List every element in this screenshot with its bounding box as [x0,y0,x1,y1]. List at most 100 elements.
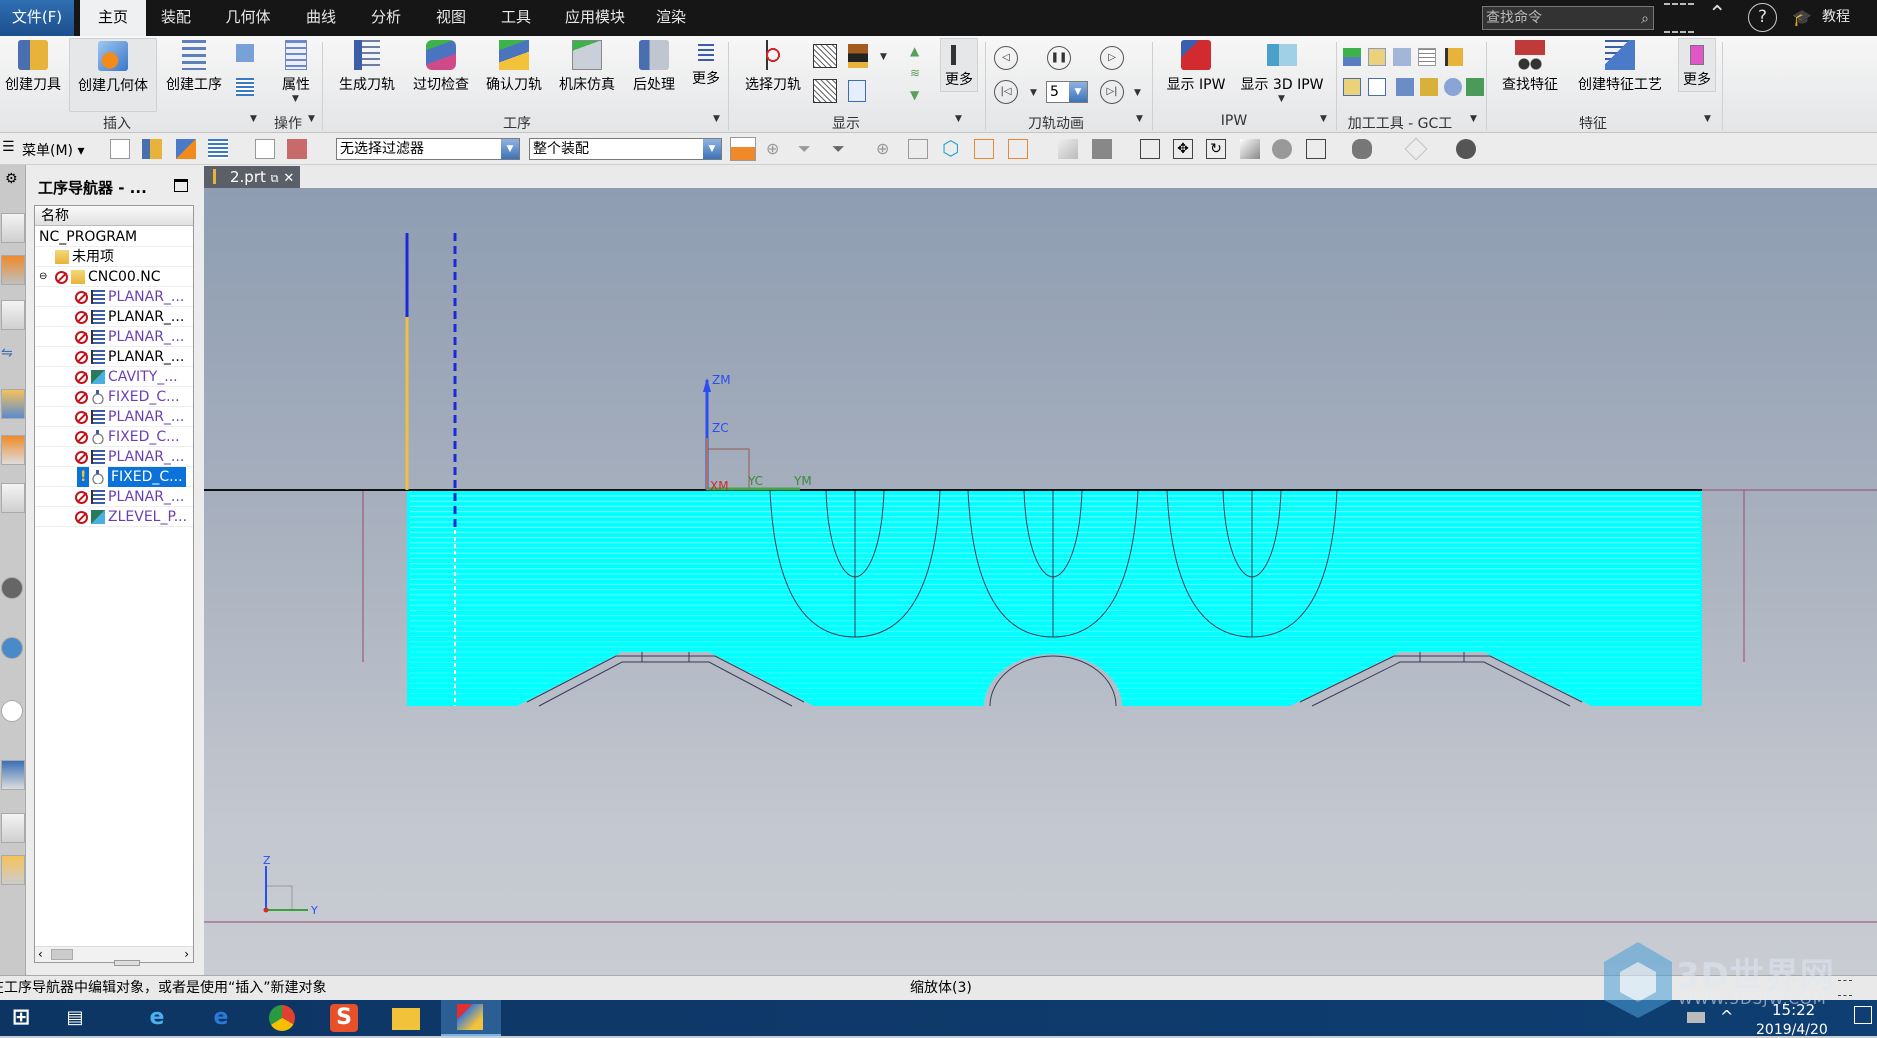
tree-row[interactable]: PLANAR_... [35,407,193,427]
step-arrows-icon[interactable]: ▲ ≋ ▼ [910,40,920,106]
show-3d-ipw-dropdown[interactable]: ▼ [1278,94,1285,104]
gouge-check-button[interactable]: 过切检查 [406,40,476,94]
hexagon-icon[interactable]: ⬡ [942,138,962,159]
gc-flag-icon[interactable] [1445,48,1463,66]
tree-row[interactable]: PLANAR_... [35,287,193,307]
reuse-library-icon[interactable] [1,435,25,465]
create-feature-process-button[interactable]: 创建特征工艺 [1568,40,1672,94]
rewind-dropdown[interactable]: ▼ [1030,88,1037,98]
tab-analysis[interactable]: 分析 [360,0,412,36]
tab-curve[interactable]: 曲线 [295,0,347,36]
create-geometry-button[interactable]: 创建几何体 [69,38,157,112]
web-browser-icon[interactable] [1,637,23,659]
display-tool-icon[interactable] [848,44,868,68]
rotate-icon[interactable]: ↻ [1206,139,1226,159]
display-tool-dropdown[interactable]: ▼ [880,52,887,62]
settings-icon[interactable]: ⚙ [5,171,18,187]
help-icon[interactable]: ? [1748,3,1777,32]
feature-more-button[interactable]: 更多 [1678,38,1716,92]
gc-doc-icon[interactable] [1368,48,1386,66]
insert-group-dropdown[interactable]: ▼ [250,114,257,124]
ipw-group-dropdown[interactable]: ▼ [1320,114,1327,124]
animation-speed-select[interactable]: 5 ▼ [1046,81,1088,103]
system-materials-icon[interactable] [1,760,25,790]
tree-row[interactable]: CAVITY_... [35,367,193,387]
operation-group-dropdown[interactable]: ▼ [713,114,720,124]
gc-edit-icon[interactable] [1420,78,1438,96]
shaded-cube-icon[interactable] [1058,139,1078,159]
machining-method-view-icon[interactable] [208,139,228,159]
machine-tool-view-icon[interactable] [142,139,162,159]
selection-filter-select[interactable]: 无选择过滤器 ▼ [336,138,520,160]
tree-row[interactable]: ! FIXED_C... [35,467,193,487]
tab-applications[interactable]: 应用模块 [555,0,635,36]
graphics-viewport[interactable]: ZM ZC XM YC YM Z Y [204,188,1877,975]
fit-icon[interactable] [1306,139,1326,159]
pause-icon[interactable]: ❚❚ [1047,46,1071,70]
nx-taskbar-item[interactable] [441,1000,501,1036]
operation-navigator-icon[interactable]: ⇋ [1,345,25,375]
step-back-icon[interactable]: ◁ [994,46,1018,70]
animation-group-dropdown[interactable]: ▼ [1136,114,1143,124]
verify-toolpath-button[interactable]: 确认刀轨 [479,40,549,94]
search-icon[interactable]: ⌕ [1641,8,1649,30]
maximize-icon[interactable] [174,179,188,192]
close-icon[interactable]: ✕ [283,171,294,186]
collapse-ribbon-icon[interactable]: ⌃ [1708,2,1726,27]
render-style-icon[interactable] [1272,139,1292,159]
gc-report-icon[interactable] [1418,48,1436,66]
gc-group-dropdown[interactable]: ▼ [1470,114,1477,124]
command-search-input[interactable]: 查找命令 ⌕ [1482,6,1654,30]
tree-row[interactable]: PLANAR_... [35,487,193,507]
show-hide-icon[interactable] [1456,139,1476,159]
view-cube-icon[interactable] [1240,139,1260,159]
tab-assembly[interactable]: 装配 [150,0,202,36]
gc-tool-icon[interactable] [1393,48,1411,66]
hamburger-icon[interactable]: ☰ [2,139,15,155]
create-method-icon[interactable] [236,44,254,62]
operation-more-button[interactable]: 更多 [687,38,725,92]
menu-button[interactable]: 菜单(M) ▾ [22,140,85,160]
display-group-dropdown[interactable]: ▼ [955,114,962,124]
tree-row[interactable]: PLANAR_... [35,347,193,367]
show-ipw-button[interactable]: 显示 IPW [1160,40,1232,94]
chrome-icon[interactable] [269,1005,295,1031]
hd3d-icon[interactable] [1,483,25,513]
tree-row[interactable]: FIXED_C... [35,387,193,407]
history-icon[interactable] [1,700,23,722]
tree-row[interactable]: PLANAR_... [35,307,193,327]
fullscreen-icon[interactable] [1664,3,1694,33]
funnel-icon[interactable]: ⏷ [798,139,818,159]
selection-scope-select[interactable]: 整个装配 ▼ [529,138,722,160]
type-filter-icon[interactable]: ⏷ [832,139,852,159]
panel-resize-handle[interactable] [114,960,140,966]
tree-row[interactable]: ⊖ CNC00.NC [35,267,193,287]
process-studio-icon[interactable] [1,813,25,843]
wireframe-icon[interactable] [1404,137,1428,161]
tree-row[interactable]: FIXED_C... [35,427,193,447]
geometry-view-icon[interactable] [176,139,196,159]
clock-time[interactable]: 15:22 [1772,1001,1815,1019]
gc-export-icon[interactable] [1466,78,1484,96]
tab-tools[interactable]: 工具 [490,0,542,36]
task-view-icon[interactable]: ▤ [60,1004,90,1032]
display-cut-region-icon[interactable] [813,44,837,68]
select-toolpath-button[interactable]: 选择刀轨 [738,40,808,94]
document-tab[interactable]: 2.prt ⧉ ✕ [204,166,300,188]
lighting-icon[interactable] [1352,139,1372,159]
generate-toolpath-button[interactable]: 生成刀轨 [332,40,402,94]
create-program-icon[interactable] [236,78,254,96]
tab-view[interactable]: 视图 [425,0,477,36]
windows-start-icon[interactable]: ⊞ [6,1004,36,1032]
operate-group-dropdown[interactable]: ▼ [308,114,315,124]
forward-end-icon[interactable]: ▷| [1100,80,1124,104]
properties-dropdown-icon[interactable]: ▼ [292,94,299,104]
tab-render[interactable]: 渲染 [645,0,697,36]
notification-icon[interactable] [1854,1006,1872,1024]
corner-snap-icon[interactable] [1008,139,1028,159]
edge-browser-icon[interactable]: e [206,1004,236,1032]
program-order-view-icon[interactable] [110,139,130,159]
constraint-navigator-icon[interactable] [1,255,25,285]
gc-clock-icon[interactable] [1444,78,1462,96]
ie-browser-icon[interactable]: e [142,1004,172,1032]
